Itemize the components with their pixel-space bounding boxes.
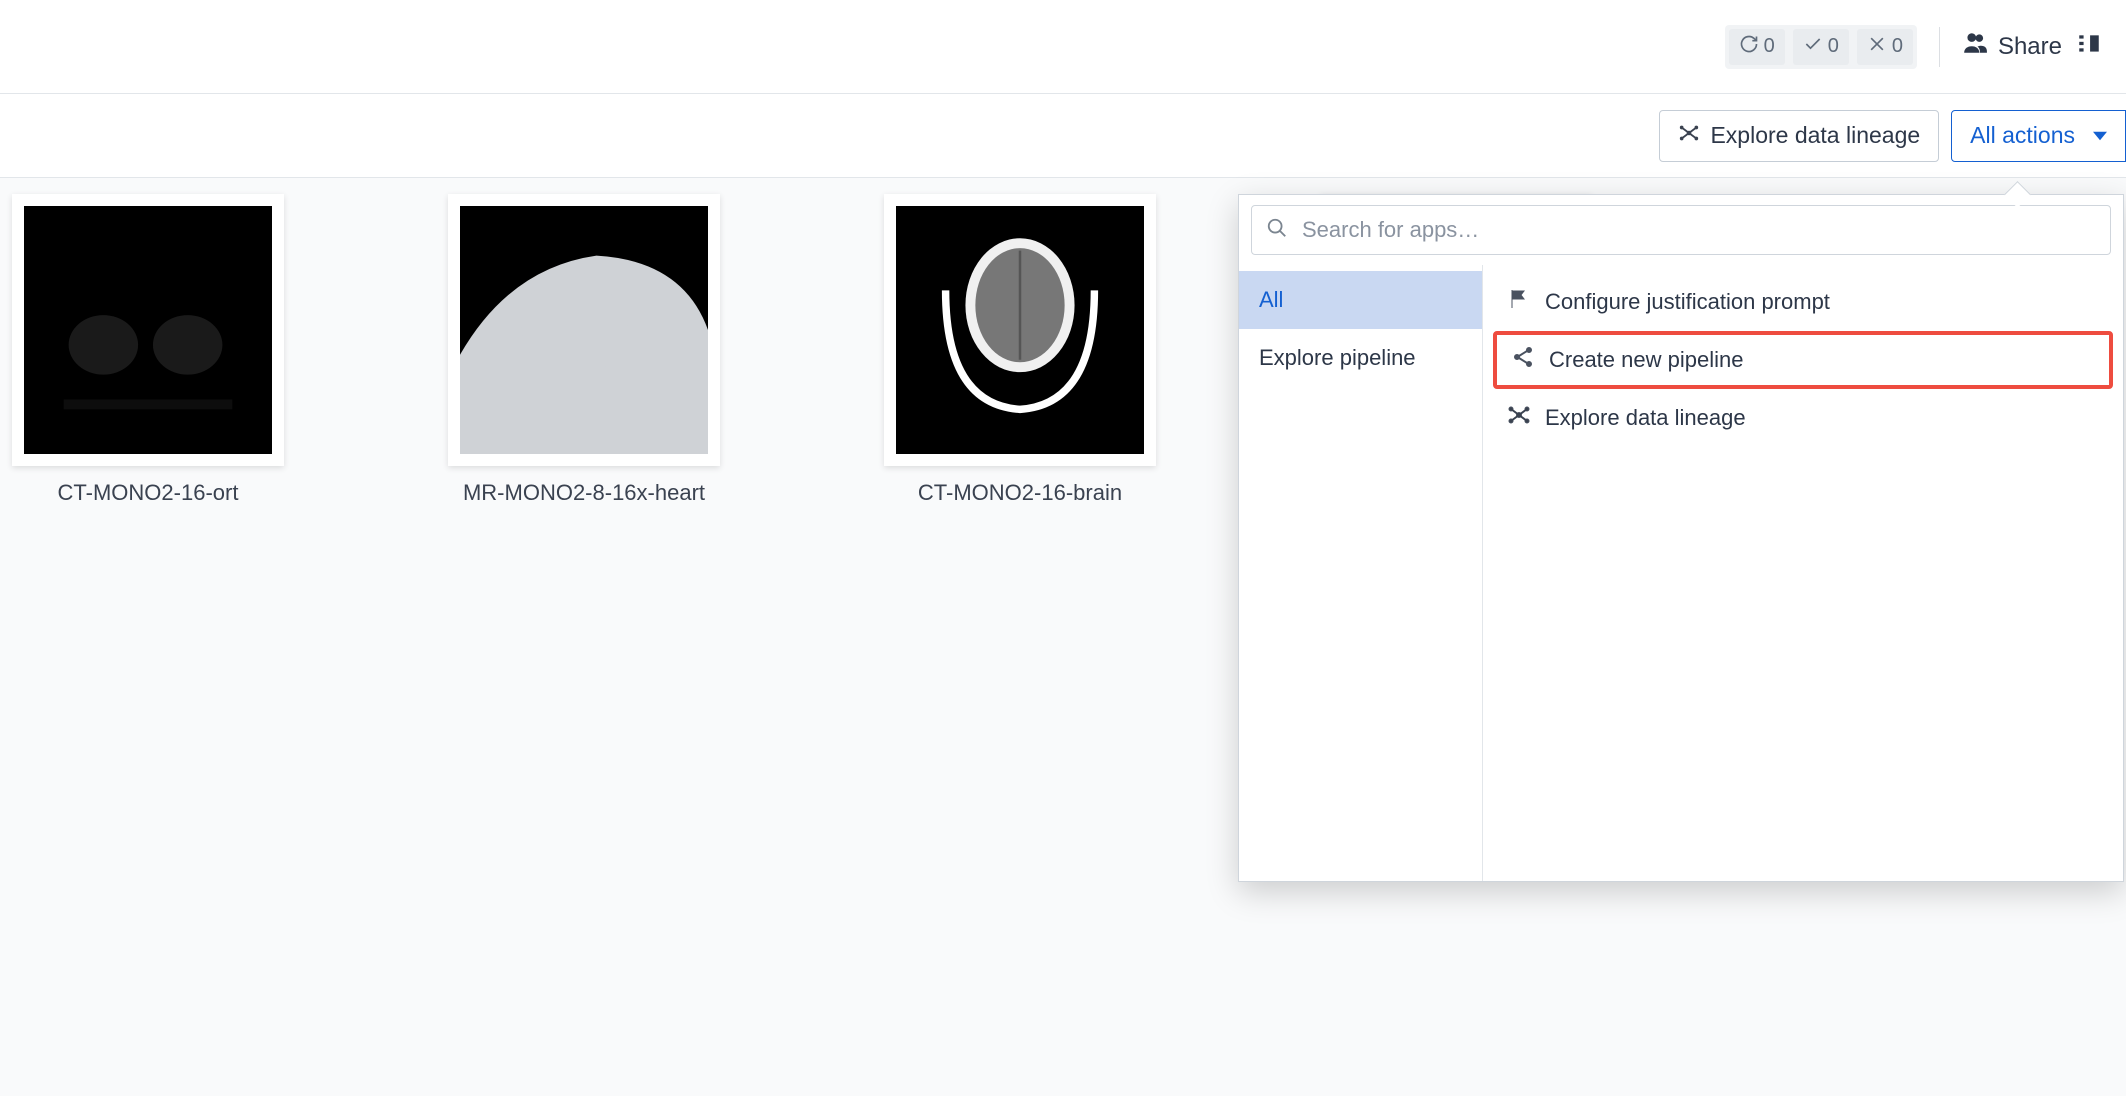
search-icon [1266, 217, 1288, 244]
divider [1939, 27, 1940, 67]
popover-sidebar: All Explore pipeline [1239, 265, 1483, 881]
panel-icon [2076, 31, 2102, 62]
action-label: Configure justification prompt [1545, 289, 1830, 315]
share-label: Share [1998, 33, 2062, 61]
action-bar: Explore data lineage All actions [0, 94, 2126, 178]
action-explore-lineage[interactable]: Explore data lineage [1493, 389, 2113, 447]
thumbnail [12, 194, 284, 466]
top-bar: 0 0 0 Share [0, 0, 2126, 94]
caption: CT-MONO2-16-ort [58, 480, 239, 506]
search-field[interactable] [1251, 205, 2111, 255]
close-icon [1867, 34, 1887, 60]
share-button[interactable]: Share [1962, 30, 2062, 63]
refresh-icon [1739, 34, 1759, 60]
thumbnail [884, 194, 1156, 466]
action-label: Create new pipeline [1549, 347, 1743, 373]
flag-icon [1507, 287, 1531, 317]
check-status-chip[interactable]: 0 [1793, 29, 1849, 65]
sidebar-item-all[interactable]: All [1239, 271, 1482, 329]
lineage-icon [1507, 403, 1531, 433]
all-actions-label: All actions [1970, 122, 2075, 149]
check-count: 0 [1828, 35, 1839, 58]
close-status-chip[interactable]: 0 [1857, 29, 1913, 65]
status-group: 0 0 0 [1725, 25, 1917, 69]
caption: MR-MONO2-8-16x-heart [463, 480, 705, 506]
search-input[interactable] [1300, 216, 2096, 244]
search-wrap [1239, 195, 2123, 265]
sidebar-item-label: All [1259, 287, 1283, 313]
caret-down-icon [2085, 122, 2107, 149]
explore-lineage-label: Explore data lineage [1710, 122, 1920, 149]
sidebar-item-explore-pipeline[interactable]: Explore pipeline [1239, 329, 1482, 387]
caption: CT-MONO2-16-brain [918, 480, 1122, 506]
thumbnail [448, 194, 720, 466]
popover-actions: Configure justification prompt Create ne… [1483, 265, 2123, 881]
lineage-icon [1678, 122, 1700, 150]
close-count: 0 [1892, 35, 1903, 58]
refresh-count: 0 [1764, 35, 1775, 58]
heart-image [460, 206, 708, 454]
action-configure-justification[interactable]: Configure justification prompt [1493, 273, 2113, 331]
action-create-pipeline[interactable]: Create new pipeline [1493, 331, 2113, 389]
check-icon [1803, 34, 1823, 60]
gallery-card[interactable]: MR-MONO2-8-16x-heart [444, 194, 724, 506]
gallery-card[interactable]: CT-MONO2-16-ort [8, 194, 288, 506]
action-label: Explore data lineage [1545, 405, 1746, 431]
all-actions-button[interactable]: All actions [1951, 110, 2126, 162]
explore-lineage-button[interactable]: Explore data lineage [1659, 110, 1939, 162]
all-actions-popover: All Explore pipeline Configure justifica… [1238, 194, 2124, 882]
brain-image [896, 206, 1144, 454]
ct-ort-image [24, 206, 272, 454]
refresh-status-chip[interactable]: 0 [1729, 29, 1785, 65]
panel-toggle-button[interactable] [2076, 31, 2102, 62]
popover-body: All Explore pipeline Configure justifica… [1239, 265, 2123, 881]
gallery-card[interactable]: CT-MONO2-16-brain [880, 194, 1160, 506]
people-icon [1962, 30, 1988, 63]
sidebar-item-label: Explore pipeline [1259, 345, 1416, 371]
share-nodes-icon [1511, 345, 1535, 375]
